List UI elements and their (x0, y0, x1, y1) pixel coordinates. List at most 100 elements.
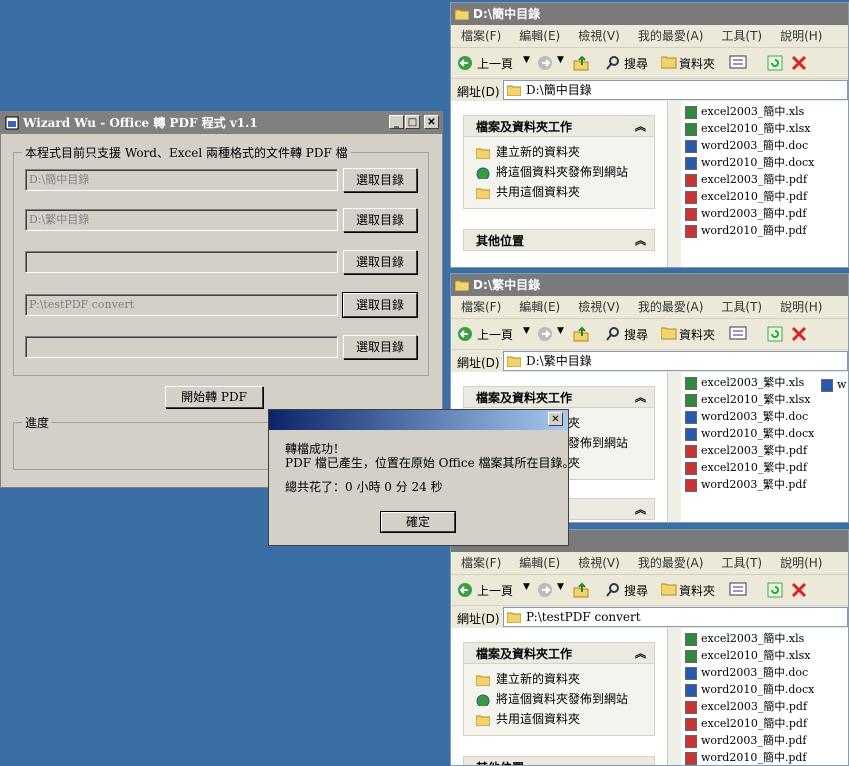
file-item[interactable]: word2003_簡中.doc (685, 664, 808, 681)
file-item[interactable]: word2010_簡中.docx (685, 154, 814, 171)
file-item[interactable]: word2003_繁中.doc (685, 408, 808, 425)
back-button[interactable]: 上一頁 (477, 55, 513, 72)
file-item[interactable]: excel2003_繁中.xls (685, 374, 804, 391)
file-item[interactable]: excel2010_簡中.xlsx (685, 120, 810, 137)
file-item[interactable]: excel2010_簡中.pdf (685, 188, 807, 205)
file-item[interactable]: excel2003_簡中.pdf (685, 171, 807, 188)
folders-icon[interactable] (661, 582, 677, 596)
task-publish-web[interactable]: 將這個資料夾發佈到網站 (476, 163, 628, 180)
views-icon[interactable] (729, 326, 749, 340)
folders-icon[interactable] (661, 326, 677, 340)
file-item[interactable]: word2010_簡中.docx (685, 681, 814, 698)
select-dir-button-1[interactable]: 選取目錄 (343, 168, 417, 192)
other-places-header[interactable]: 其他位置 (463, 756, 655, 765)
menu-edit[interactable]: 編輯(E) (519, 29, 560, 43)
task-new-folder[interactable]: 建立新的資料夾 (476, 670, 580, 687)
select-dir-button-4[interactable]: 選取目錄 (342, 292, 418, 318)
collapse-icon[interactable]: ︽ (635, 230, 646, 252)
task-publish-web[interactable]: 將這個資料夾發佈到網站 (476, 690, 628, 707)
task-share-folder[interactable]: 共用這個資料夾 (476, 183, 580, 200)
back-dropdown-icon[interactable]: ▼ (523, 326, 530, 336)
menu-favorites[interactable]: 我的最愛(A) (638, 556, 704, 570)
select-dir-button-2[interactable]: 選取目錄 (343, 208, 417, 232)
close-button[interactable]: ✕ (424, 115, 439, 129)
delete-icon[interactable] (791, 326, 807, 342)
menu-help[interactable]: 說明(H) (780, 29, 822, 43)
file-item[interactable]: excel2003_簡中.xls (685, 103, 804, 120)
collapse-icon[interactable]: ︽ (635, 643, 646, 665)
select-dir-button-5[interactable]: 選取目錄 (343, 335, 417, 359)
up-folder-icon[interactable] (573, 326, 589, 342)
tasks-header[interactable]: 檔案及資料夾工作 ︽ (463, 642, 655, 664)
search-icon[interactable] (605, 582, 621, 598)
up-folder-icon[interactable] (573, 582, 589, 598)
address-input[interactable]: P:\testPDF convert (503, 607, 848, 627)
file-item[interactable]: excel2010_簡中.xlsx (685, 647, 810, 664)
back-arrow-icon[interactable] (457, 326, 473, 342)
forward-dropdown-icon[interactable]: ▼ (557, 582, 564, 592)
forward-dropdown-icon[interactable]: ▼ (557, 55, 564, 65)
folders-button[interactable]: 資料夾 (679, 582, 715, 599)
tasks-header[interactable]: 檔案及資料夾工作 ︽ (463, 386, 655, 408)
dir-input-3[interactable] (25, 251, 338, 273)
menu-view[interactable]: 檢視(V) (578, 300, 620, 314)
file-item[interactable]: excel2003_簡中.xls (685, 630, 804, 647)
refresh-icon[interactable] (767, 582, 783, 598)
folders-button[interactable]: 資料夾 (679, 326, 715, 343)
folders-button[interactable]: 資料夾 (679, 55, 715, 72)
explorer-title-bar[interactable]: D:\簡中目錄 (451, 3, 848, 25)
refresh-icon[interactable] (767, 326, 783, 342)
menu-file[interactable]: 檔案(F) (461, 300, 501, 314)
back-dropdown-icon[interactable]: ▼ (523, 582, 530, 592)
up-folder-icon[interactable] (573, 55, 589, 71)
menu-file[interactable]: 檔案(F) (461, 29, 501, 43)
menu-tools[interactable]: 工具(T) (721, 300, 762, 314)
maximize-button[interactable]: □ (405, 115, 420, 129)
menu-edit[interactable]: 編輯(E) (519, 300, 560, 314)
file-item[interactable]: excel2010_繁中.pdf (685, 459, 807, 476)
file-item[interactable]: w (821, 376, 846, 393)
back-arrow-icon[interactable] (457, 582, 473, 598)
collapse-icon[interactable]: ︽ (635, 387, 646, 409)
file-item[interactable]: word2003_繁中.pdf (685, 476, 806, 493)
forward-dropdown-icon[interactable]: ▼ (557, 326, 564, 336)
dir-input-2[interactable]: D:\繁中目錄 (25, 209, 338, 231)
forward-arrow-icon[interactable] (537, 582, 553, 598)
minimize-button[interactable]: _ (389, 115, 404, 129)
dir-input-4[interactable]: P:\testPDF convert (25, 294, 338, 316)
menu-help[interactable]: 說明(H) (780, 556, 822, 570)
file-item[interactable]: word2003_簡中.pdf (685, 732, 806, 749)
menu-tools[interactable]: 工具(T) (721, 556, 762, 570)
select-dir-button-3[interactable]: 選取目錄 (343, 250, 417, 274)
delete-icon[interactable] (791, 582, 807, 598)
search-icon[interactable] (605, 326, 621, 342)
menu-favorites[interactable]: 我的最愛(A) (638, 300, 704, 314)
collapse-icon[interactable]: ︽ (635, 499, 646, 521)
file-item[interactable]: word2003_簡中.pdf (685, 205, 806, 222)
dialog-title-bar[interactable]: ✕ (269, 410, 568, 430)
forward-arrow-icon[interactable] (537, 326, 553, 342)
file-item[interactable]: word2010_簡中.pdf (685, 749, 806, 765)
search-button[interactable]: 搜尋 (624, 55, 648, 72)
refresh-icon[interactable] (767, 55, 783, 71)
menu-tools[interactable]: 工具(T) (721, 29, 762, 43)
start-convert-button[interactable]: 開始轉 PDF (165, 386, 263, 408)
views-icon[interactable] (729, 582, 749, 596)
menu-file[interactable]: 檔案(F) (461, 556, 501, 570)
file-item[interactable]: excel2010_簡中.pdf (685, 715, 807, 732)
back-dropdown-icon[interactable]: ▼ (523, 55, 530, 65)
dir-input-1[interactable]: D:\簡中目錄 (25, 169, 338, 191)
ok-button[interactable]: 確定 (380, 511, 456, 533)
wizard-title-bar[interactable]: Wizard Wu - Office 轉 PDF 程式 v1.1 _ □ ✕ (1, 112, 442, 134)
back-arrow-icon[interactable] (457, 55, 473, 71)
task-share-folder[interactable]: 共用這個資料夾 (476, 710, 580, 727)
folders-icon[interactable] (661, 55, 677, 69)
back-button[interactable]: 上一頁 (477, 582, 513, 599)
address-input[interactable]: D:\繁中目錄 (503, 351, 848, 371)
search-button[interactable]: 搜尋 (624, 326, 648, 343)
search-button[interactable]: 搜尋 (624, 582, 648, 599)
collapse-icon[interactable]: ︽ (635, 116, 646, 138)
file-item[interactable]: word2010_繁中.docx (685, 425, 814, 442)
menu-favorites[interactable]: 我的最愛(A) (638, 29, 704, 43)
file-item[interactable]: word2010_簡中.pdf (685, 222, 806, 239)
